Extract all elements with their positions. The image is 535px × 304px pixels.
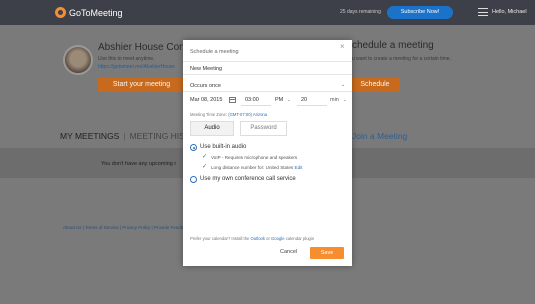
join-meeting-link[interactable]: Join a Meeting xyxy=(352,131,407,141)
edit-link[interactable]: Edit xyxy=(295,165,303,170)
chevron-down-icon: ⌄ xyxy=(341,82,346,88)
menu-icon[interactable] xyxy=(478,8,488,16)
plugin-note-suffix: calendar plugin xyxy=(285,236,315,241)
duration-field[interactable]: 20 xyxy=(297,95,327,106)
room-subtitle: Use this to meet anytime. xyxy=(98,56,155,62)
tab-audio[interactable]: Audio xyxy=(190,121,234,136)
check-icon[interactable]: ✓ xyxy=(202,163,207,170)
cancel-button[interactable]: Cancel xyxy=(280,249,297,255)
timezone-label: Meeting Time Zone: xyxy=(190,112,228,117)
google-link[interactable]: Google xyxy=(271,236,285,241)
check-icon[interactable]: ✓ xyxy=(202,153,207,160)
avatar xyxy=(63,45,93,75)
save-button[interactable]: Save xyxy=(310,247,344,259)
dialog-header: Schedule a meeting × xyxy=(183,40,352,62)
tab-separator: | xyxy=(123,131,126,141)
footer-links[interactable]: About Us | Terms of Service | Privacy Po… xyxy=(63,225,183,230)
gotomeeting-logo-icon xyxy=(55,7,66,18)
date-time-row: Mar 08, 2015 03:00 PM ⌄ 20 min ⌄ xyxy=(183,94,352,107)
chevron-down-icon: ⌄ xyxy=(343,97,347,102)
timezone-link[interactable]: (GMT-07:00) Arizona xyxy=(228,112,267,117)
user-greeting[interactable]: Hello, Michael xyxy=(492,9,527,15)
settings-tabs: Audio Password xyxy=(190,121,287,136)
tab-meeting-history[interactable]: MEETING HIST xyxy=(130,131,190,141)
close-icon[interactable]: × xyxy=(340,42,345,51)
long-distance-label: Long distance number for: United States … xyxy=(211,165,302,170)
date-field[interactable]: Mar 08, 2015 xyxy=(190,97,222,103)
ampm-select[interactable]: PM xyxy=(275,97,283,103)
chevron-down-icon: ⌄ xyxy=(287,97,291,102)
meeting-name-value: New Meeting xyxy=(190,66,223,72)
occurrence-value: Occurs once xyxy=(190,83,221,89)
meeting-name-field[interactable]: New Meeting xyxy=(183,62,352,75)
time-value: 03:00 xyxy=(245,97,259,103)
voip-label: VoIP - Requires microphone and speakers xyxy=(211,155,298,160)
own-service-radio[interactable] xyxy=(190,176,197,183)
builtin-audio-radio[interactable] xyxy=(190,144,197,151)
tab-my-meetings[interactable]: MY MEETINGS xyxy=(60,131,119,141)
schedule-panel-title: chedule a meeting xyxy=(352,40,434,51)
trial-days-remaining: 25 days remaining xyxy=(340,9,381,15)
tab-password[interactable]: Password xyxy=(240,121,287,136)
brand-logo[interactable]: GoToMeeting xyxy=(55,6,123,19)
time-field[interactable]: 03:00 xyxy=(241,95,271,106)
schedule-panel-subtitle: u want to create a meeting for a certain… xyxy=(352,56,451,62)
duration-unit-select[interactable]: min xyxy=(330,97,339,103)
outlook-link[interactable]: Outlook xyxy=(251,236,265,241)
empty-state-message: You don't have any upcoming r xyxy=(101,161,177,167)
calendar-icon[interactable] xyxy=(229,97,236,103)
plugin-note-or: or xyxy=(266,236,270,241)
duration-value: 20 xyxy=(301,97,308,103)
brand-name: GoToMeeting xyxy=(69,7,123,18)
timezone-line: Meeting Time Zone: (GMT-07:00) Arizona xyxy=(190,112,267,117)
calendar-plugin-note: Prefer your calendar? Install the Outloo… xyxy=(190,236,314,241)
meetings-tabs: MY MEETINGS | MEETING HIST xyxy=(60,131,190,141)
schedule-meeting-dialog: Schedule a meeting × New Meeting Occurs … xyxy=(183,40,352,266)
room-name: Abshier House Confe xyxy=(98,42,194,53)
plugin-note-text: Prefer your calendar? Install the xyxy=(190,236,250,241)
dialog-title: Schedule a meeting xyxy=(190,49,239,55)
occurrence-select[interactable]: Occurs once ⌄ xyxy=(183,79,352,92)
room-link[interactable]: https://gotomeet.me/AbshierHouse xyxy=(98,64,175,70)
long-distance-text: Long distance number for: United States xyxy=(211,165,294,170)
own-service-label[interactable]: Use my own conference call service xyxy=(200,176,296,182)
builtin-audio-label[interactable]: Use built-in audio xyxy=(200,144,246,150)
schedule-button[interactable]: Schedule xyxy=(350,78,400,92)
start-meeting-button[interactable]: Start your meeting xyxy=(98,78,185,92)
subscribe-button[interactable]: Subscribe Now! xyxy=(387,6,453,19)
top-bar: GoToMeeting 25 days remaining Subscribe … xyxy=(0,0,535,25)
